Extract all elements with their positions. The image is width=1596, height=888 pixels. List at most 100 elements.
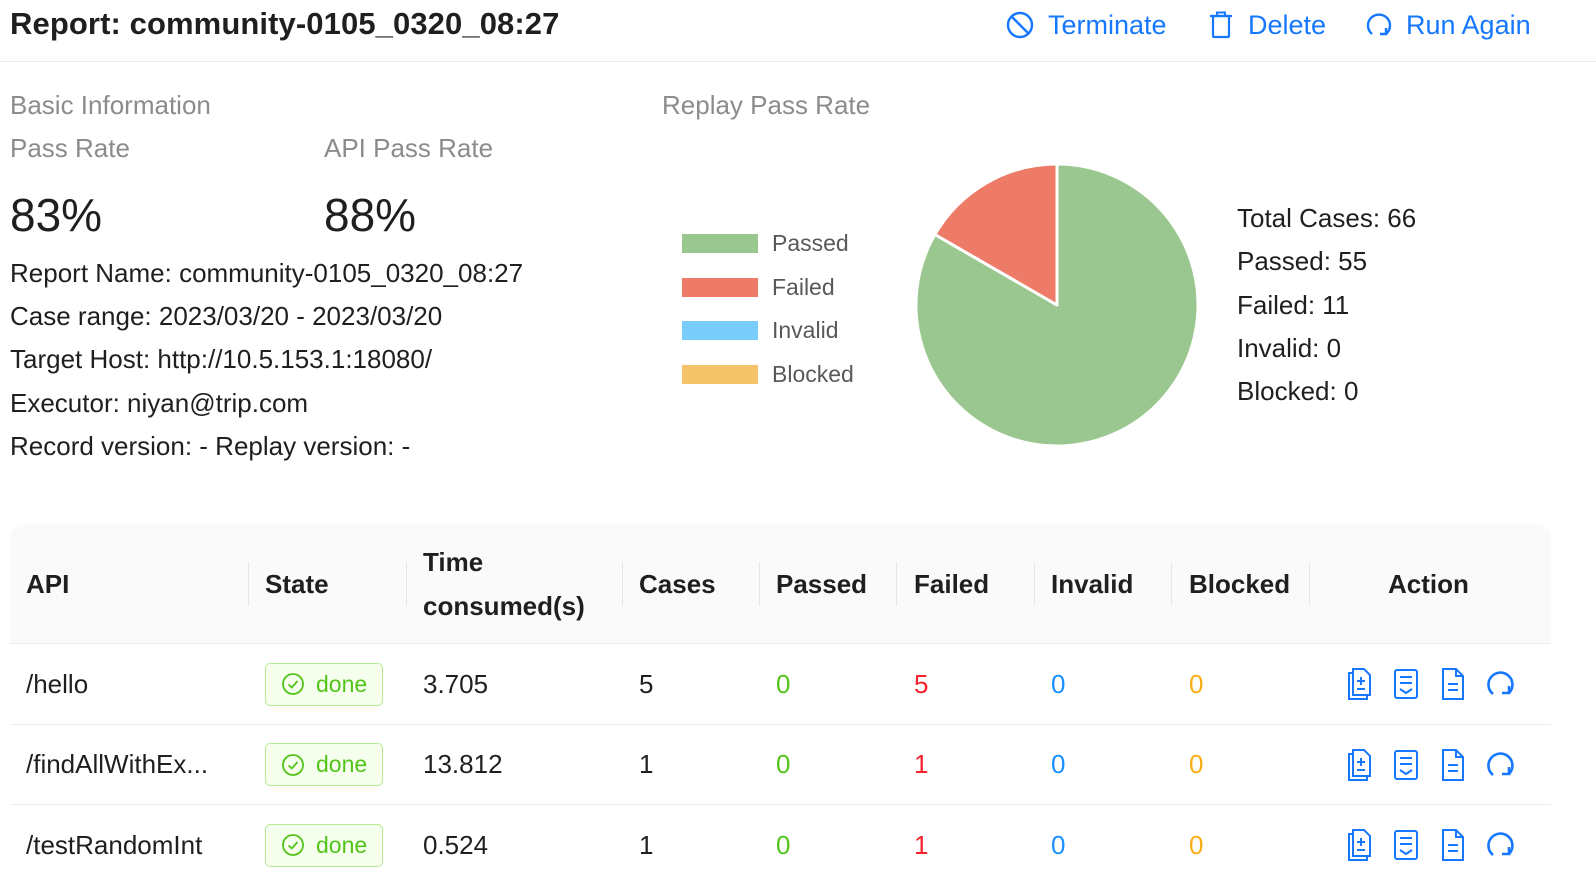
report-name: Report Name: community-0105_0320_08:27	[10, 258, 524, 288]
col-time: Time consumed(s)	[423, 524, 585, 644]
blocked-value: 0	[1189, 668, 1204, 699]
col-divider	[406, 562, 407, 606]
blocked-value: 0	[1189, 749, 1204, 779]
invalid-value: 0	[1051, 668, 1066, 699]
target-host: Target Host: http://10.5.153.1:18080/	[10, 344, 433, 374]
file-icon[interactable]	[1429, 667, 1476, 701]
passed-count: Passed: 55	[1237, 246, 1368, 277]
col-invalid: Invalid	[1051, 569, 1134, 599]
report-icon[interactable]	[1382, 748, 1429, 782]
run-again-button[interactable]: Run Again	[1364, 8, 1531, 42]
total-cases: Total Cases: 66	[1237, 203, 1417, 233]
row-actions	[1335, 644, 1523, 724]
rerun-icon[interactable]	[1476, 669, 1523, 699]
terminate-button[interactable]: Terminate	[1006, 8, 1167, 42]
legend-label: Failed	[772, 273, 835, 300]
col-time-line1: Time	[423, 547, 484, 577]
run-again-label: Run Again	[1406, 9, 1531, 40]
report-icon[interactable]	[1382, 828, 1429, 862]
time-consumed: 0.524	[423, 829, 489, 860]
legend-swatch	[682, 364, 758, 384]
status-badge: done	[265, 743, 384, 786]
api-path[interactable]: /hello	[26, 644, 88, 724]
table-row: /hello done 3.705 5 0 5 0 0	[10, 644, 1551, 725]
table-row: /findAllWithEx... done 13.812 1 0 1 0 0	[10, 725, 1551, 805]
table-body: /hello done 3.705 5 0 5 0 0 /findAllWith…	[10, 644, 1551, 886]
terminate-label: Terminate	[1048, 9, 1167, 40]
status-label: done	[316, 670, 368, 697]
invalid-count: Invalid: 0	[1237, 332, 1342, 363]
cases-count: 5	[639, 668, 654, 699]
replay-pass-rate-title: Replay Pass Rate	[662, 90, 871, 120]
check-circle-icon	[282, 673, 304, 695]
col-divider	[1309, 562, 1310, 606]
case-range: Case range: 2023/03/20 - 2023/03/20	[10, 301, 443, 331]
api-path[interactable]: /findAllWithEx...	[26, 725, 208, 805]
status-badge: done	[265, 823, 384, 867]
col-divider	[248, 562, 249, 606]
col-api: API	[26, 569, 70, 599]
diff-icon[interactable]	[1335, 828, 1382, 862]
chart-legend: Passed Failed Invalid Blocked	[682, 222, 854, 396]
invalid-value: 0	[1051, 749, 1066, 779]
legend-swatch	[682, 321, 758, 341]
page-title: Report: community-0105_0320_08:27	[10, 6, 560, 41]
reload-icon	[1366, 13, 1392, 36]
rerun-icon[interactable]	[1476, 750, 1523, 780]
status-label: done	[316, 751, 368, 777]
passed-value: 0	[776, 829, 791, 860]
legend-item-invalid[interactable]: Invalid	[682, 309, 854, 353]
failed-value: 1	[914, 749, 929, 779]
legend-item-passed[interactable]: Passed	[682, 222, 854, 266]
basic-info-title: Basic Information	[10, 90, 211, 120]
table-header: API State Time consumed(s) Cases Passed …	[10, 524, 1551, 644]
col-passed: Passed	[776, 569, 868, 599]
state-cell: done	[265, 725, 384, 805]
failed-value: 5	[914, 668, 929, 699]
trash-icon	[1210, 11, 1232, 39]
delete-button[interactable]: Delete	[1208, 8, 1326, 42]
api-path[interactable]: /testRandomInt	[26, 805, 202, 885]
executor: Executor: niyan@trip.com	[10, 388, 309, 418]
col-action: Action	[1388, 569, 1469, 599]
status-badge: done	[265, 662, 384, 706]
legend-label: Blocked	[772, 360, 854, 387]
col-divider	[622, 562, 623, 606]
file-icon[interactable]	[1429, 828, 1476, 862]
col-blocked: Blocked	[1189, 569, 1291, 599]
diff-icon[interactable]	[1335, 748, 1382, 782]
col-divider	[896, 562, 897, 606]
blocked-value: 0	[1189, 829, 1204, 860]
time-consumed: 3.705	[423, 668, 489, 699]
legend-item-failed[interactable]: Failed	[682, 266, 854, 310]
diff-icon[interactable]	[1335, 667, 1382, 701]
time-consumed: 13.812	[423, 749, 503, 779]
api-results-table: API State Time consumed(s) Cases Passed …	[10, 524, 1551, 886]
pie-chart	[910, 158, 1204, 452]
failed-value: 1	[914, 829, 929, 860]
invalid-value: 0	[1051, 829, 1066, 860]
legend-swatch	[682, 277, 758, 297]
state-cell: done	[265, 805, 384, 885]
table-row: /testRandomInt done 0.524 1 0 1 0 0	[10, 805, 1551, 886]
check-circle-icon	[282, 834, 304, 856]
row-actions	[1335, 725, 1523, 805]
blocked-count: Blocked: 0	[1237, 376, 1359, 407]
legend-label: Invalid	[772, 317, 839, 344]
versions: Record version: - Replay version: -	[10, 431, 411, 461]
col-time-line2: consumed(s)	[423, 591, 585, 621]
api-pass-rate-label: API Pass Rate	[324, 133, 494, 163]
file-icon[interactable]	[1429, 748, 1476, 782]
api-pass-rate-value: 88%	[324, 189, 417, 241]
passed-value: 0	[776, 749, 791, 779]
pass-rate-label: Pass Rate	[10, 133, 130, 163]
report-icon[interactable]	[1382, 667, 1429, 701]
rerun-icon[interactable]	[1476, 830, 1523, 860]
legend-item-blocked[interactable]: Blocked	[682, 353, 854, 397]
stop-icon	[1006, 11, 1034, 39]
pass-rate-value: 83%	[10, 189, 103, 241]
cases-count: 1	[639, 829, 654, 860]
col-divider	[1171, 562, 1172, 606]
cases-count: 1	[639, 749, 654, 779]
delete-label: Delete	[1248, 9, 1327, 40]
